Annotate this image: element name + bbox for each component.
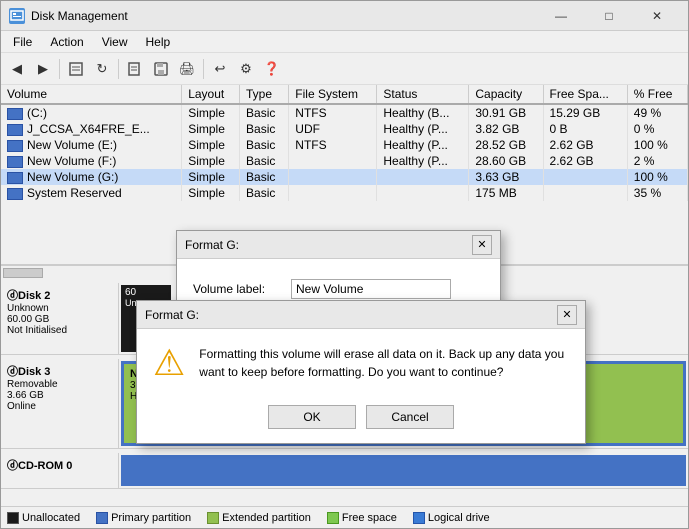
forward-button[interactable]: ▶	[31, 57, 55, 81]
title-bar-controls: — □ ✕	[538, 1, 680, 31]
separator-1	[59, 59, 60, 79]
format-dialog-bg-title-bar: Format G: ✕	[177, 231, 500, 259]
window-title: Disk Management	[31, 9, 128, 23]
main-window: Disk Management — □ ✕ File Action View H…	[0, 0, 689, 529]
minimize-button[interactable]: —	[538, 1, 584, 31]
title-bar: Disk Management — □ ✕	[1, 1, 688, 31]
format-dialog-bg-title: Format G:	[185, 238, 239, 252]
warning-dialog-title-bar: Format G: ✕	[137, 301, 585, 329]
app-icon	[9, 8, 25, 24]
menu-help[interactable]: Help	[138, 33, 179, 51]
help-button[interactable]: ❓	[260, 57, 284, 81]
menu-action[interactable]: Action	[42, 33, 91, 51]
title-bar-left: Disk Management	[9, 8, 128, 24]
toolbar: ◀ ▶ ↻ 🖨 ↩ ⚙ ❓	[1, 53, 688, 85]
undo-button[interactable]: ↩	[208, 57, 232, 81]
warning-buttons: OK Cancel	[137, 397, 585, 443]
settings-button[interactable]: ⚙	[234, 57, 258, 81]
warning-body: ⚠ Formatting this volume will erase all …	[137, 329, 585, 397]
save-button[interactable]	[149, 57, 173, 81]
menu-view[interactable]: View	[94, 33, 136, 51]
ok-button[interactable]: OK	[268, 405, 356, 429]
refresh-button[interactable]: ↻	[90, 57, 114, 81]
new-volume-button[interactable]	[123, 57, 147, 81]
separator-3	[203, 59, 204, 79]
menu-file[interactable]: File	[5, 33, 40, 51]
properties-button[interactable]	[64, 57, 88, 81]
content-area: Volume Layout Type File System Status Ca…	[1, 85, 688, 528]
warning-dialog: Format G: ✕ ⚠ Formatting this volume wil…	[136, 300, 586, 444]
format-dialog-bg-close[interactable]: ✕	[472, 235, 492, 255]
warning-dialog-title: Format G:	[145, 308, 199, 322]
maximize-button[interactable]: □	[586, 1, 632, 31]
volume-label-input[interactable]	[291, 279, 451, 299]
warning-icon: ⚠	[153, 345, 185, 381]
warning-message: Formatting this volume will erase all da…	[199, 345, 569, 381]
warning-dialog-close[interactable]: ✕	[557, 305, 577, 325]
cancel-button[interactable]: Cancel	[366, 405, 454, 429]
close-button[interactable]: ✕	[634, 1, 680, 31]
menu-bar: File Action View Help	[1, 31, 688, 53]
print-button[interactable]: 🖨	[175, 57, 199, 81]
back-button[interactable]: ◀	[5, 57, 29, 81]
separator-2	[118, 59, 119, 79]
dialog-overlay: Format G: ✕ Volume label: Format G: ✕	[1, 85, 688, 528]
volume-label-label: Volume label:	[193, 282, 283, 296]
